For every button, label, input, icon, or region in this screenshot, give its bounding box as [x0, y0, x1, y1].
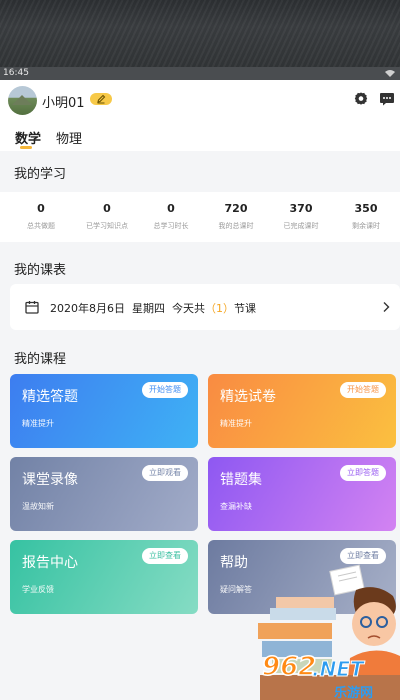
course-title: 帮助	[220, 555, 248, 571]
study-stats: 0 总共做题 0 已学习知识点 0 总学习时长 720 我的总课时 370 已完…	[0, 192, 400, 242]
course-card-mistake-collection[interactable]: 错题集 查漏补缺 立即答题	[208, 457, 396, 531]
stat-label: 已学习知识点	[86, 222, 128, 230]
gear-icon[interactable]	[353, 91, 369, 107]
avatar[interactable]	[8, 86, 37, 115]
course-subtitle: 疑问解答	[220, 585, 252, 594]
stat-label: 总学习时长	[153, 222, 189, 230]
username: 小明01	[42, 96, 85, 111]
course-title: 课堂录像	[22, 472, 78, 488]
stat-label: 已完成课时	[283, 222, 319, 230]
schedule-weekday: 星期四	[132, 302, 165, 315]
top-banner-image	[0, 0, 400, 67]
course-title: 报告中心	[22, 555, 78, 571]
schedule-suffix: 节课	[234, 302, 256, 315]
schedule-date: 2020年8月6日	[50, 302, 125, 315]
stat-value: 370	[289, 202, 313, 215]
schedule-card[interactable]: 2020年8月6日 星期四 今天共（1）节课	[10, 284, 400, 330]
start-answer-button[interactable]: 开始答题	[142, 382, 188, 398]
stat-item: 0 总学习时长	[138, 192, 204, 231]
course-subtitle: 查漏补缺	[220, 502, 252, 511]
course-subtitle: 精准提升	[220, 419, 252, 428]
chat-icon[interactable]	[379, 91, 395, 107]
schedule-today-prefix: 今天共	[172, 302, 205, 315]
header: 小明01 数学 物理	[0, 80, 400, 151]
tab-physics[interactable]: 物理	[56, 128, 82, 147]
view-now-button[interactable]: 立即查看	[142, 548, 188, 564]
section-title-my-schedule: 我的课表	[14, 263, 67, 278]
stat-item: 0 总共做题	[8, 192, 74, 231]
status-bar: 16:45	[0, 67, 400, 80]
stat-item: 0 已学习知识点	[74, 192, 140, 231]
status-time: 16:45	[3, 68, 29, 78]
pencil-icon	[97, 94, 106, 104]
stat-value: 0	[103, 202, 111, 215]
watch-now-button[interactable]: 立即观看	[142, 465, 188, 481]
section-title-my-courses: 我的课程	[14, 352, 67, 367]
tab-math[interactable]: 数学	[15, 128, 41, 147]
stat-value: 0	[167, 202, 175, 215]
section-title-my-study: 我的学习	[14, 167, 67, 182]
chevron-right-icon[interactable]	[382, 301, 390, 313]
edit-profile-button[interactable]	[90, 93, 112, 105]
course-title: 精选答题	[22, 389, 78, 405]
stat-item: 350 剩余课时	[333, 192, 399, 231]
course-card-class-recordings[interactable]: 课堂录像 温故知新 立即观看	[10, 457, 198, 531]
stat-value: 350	[354, 202, 378, 215]
course-subtitle: 学业反馈	[22, 585, 54, 594]
watermark-cn: 乐游网	[334, 686, 374, 700]
course-card-report-center[interactable]: 报告中心 学业反馈 立即查看	[10, 540, 198, 614]
stat-value: 0	[37, 202, 45, 215]
stat-label: 剩余课时	[352, 222, 380, 230]
watermark-number: 962	[261, 651, 317, 683]
course-title: 精选试卷	[220, 389, 276, 405]
stat-label: 我的总课时	[218, 222, 254, 230]
schedule-count: （1）	[205, 302, 234, 315]
stat-value: 720	[224, 202, 248, 215]
stat-item: 720 我的总课时	[203, 192, 269, 231]
course-title: 错题集	[220, 472, 262, 488]
course-card-selected-papers[interactable]: 精选试卷 精准提升 开始答题	[208, 374, 396, 448]
calendar-icon	[25, 301, 39, 314]
watermark-logo: 962 .NET 乐游网	[258, 651, 400, 700]
course-card-selected-questions[interactable]: 精选答题 精准提升 开始答题	[10, 374, 198, 448]
course-subtitle: 温故知新	[22, 502, 54, 511]
answer-now-button[interactable]: 立即答题	[340, 465, 386, 481]
stat-label: 总共做题	[27, 222, 55, 230]
wifi-icon	[385, 70, 395, 77]
stat-item: 370 已完成课时	[268, 192, 334, 231]
active-tab-indicator	[20, 146, 32, 149]
start-answer-button[interactable]: 开始答题	[340, 382, 386, 398]
course-subtitle: 精准提升	[22, 419, 54, 428]
schedule-text: 2020年8月6日 星期四 今天共（1）节课	[50, 300, 256, 316]
watermark-suffix: .NET	[312, 657, 365, 682]
